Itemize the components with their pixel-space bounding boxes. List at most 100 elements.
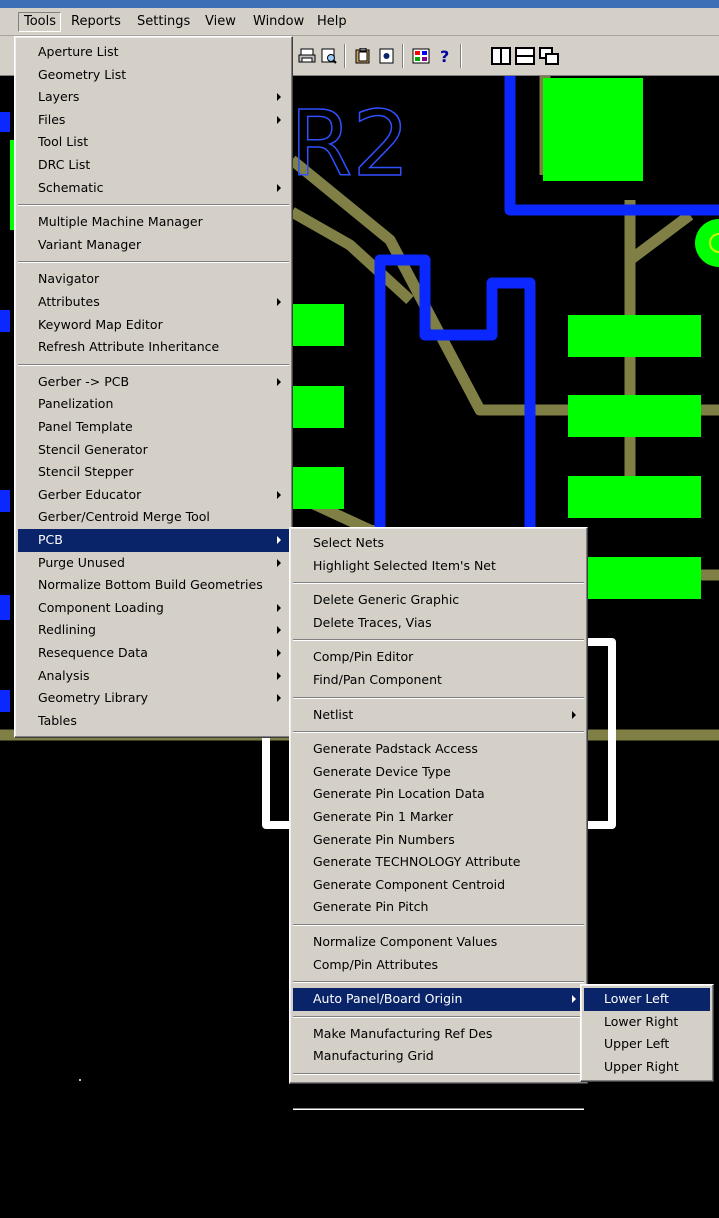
menu-item-label: Schematic (38, 179, 104, 195)
tools-item-resequence-data[interactable]: Resequence Data (18, 642, 289, 665)
tools-item-navigator[interactable]: Navigator (18, 268, 289, 291)
pcb-item-find-pan-component[interactable]: Find/Pan Component (293, 669, 584, 692)
tools-item-stencil-generator[interactable]: Stencil Generator (18, 439, 289, 462)
tools-item-tables[interactable]: Tables (18, 710, 289, 733)
tools-item-schematic[interactable]: Schematic (18, 177, 289, 200)
tools-item-component-loading[interactable]: Component Loading (18, 597, 289, 620)
tools-menu: Aperture List Geometry List Layers Files Too… (14, 36, 293, 738)
menu-item-label: Normalize Component Values (313, 934, 498, 949)
blue-outline (0, 490, 10, 512)
pcb-item-generate-pin-1-marker[interactable]: Generate Pin 1 Marker (293, 806, 584, 829)
pcb-item-delete-traces-vias[interactable]: Delete Traces, Vias (293, 612, 584, 635)
pcb-item-generate-device-type[interactable]: Generate Device Type (293, 761, 584, 784)
menu-item-label: Gerber/Centroid Merge Tool (38, 509, 210, 525)
menu-separator (293, 696, 584, 699)
print-icon[interactable] (296, 45, 318, 67)
origin-item-upper-right[interactable]: Upper Right (584, 1056, 710, 1079)
clipboard-icon[interactable] (352, 45, 374, 67)
submenu-arrow-icon (277, 536, 281, 544)
svg-text:?: ? (440, 47, 449, 65)
layout-split-icon[interactable] (514, 45, 536, 67)
tools-item-variant-manager[interactable]: Variant Manager (18, 234, 289, 257)
pcb-item-data-doctor[interactable]: Data Doctor (293, 1080, 584, 1103)
menu-separator (293, 1107, 584, 1110)
menubar-settings[interactable]: Settings (132, 12, 196, 32)
tools-item-files[interactable]: Files (18, 109, 289, 132)
menubar-window[interactable]: Window (248, 12, 308, 32)
menu-item-label: Generate Pin Location Data (313, 786, 485, 802)
pcb-item-normalize-component-values[interactable]: Normalize Component Values (293, 931, 584, 954)
tools-item-stencil-stepper[interactable]: Stencil Stepper (18, 461, 289, 484)
tools-item-pcb[interactable]: PCB (18, 529, 289, 552)
pcb-item-select-nets[interactable]: Select Nets (293, 532, 584, 555)
menubar-view[interactable]: View (200, 12, 244, 32)
menu-item-label: Geometry Library (38, 690, 149, 706)
menu-separator (293, 924, 584, 926)
layout-cascade-icon[interactable] (538, 45, 560, 67)
origin-item-upper-left[interactable]: Upper Left (584, 1033, 710, 1056)
pcb-item-generate-padstack-access[interactable]: Generate Padstack Access (293, 738, 584, 761)
pcb-item-auto-panel-board-origin[interactable]: Auto Panel/Board Origin (293, 988, 584, 1011)
menu-item-label: Lower Left (604, 991, 669, 1006)
tools-item-gerber-pcb[interactable]: Gerber -> PCB (18, 371, 289, 394)
grid-icon[interactable] (410, 45, 432, 67)
pcb-item-highlight-selected-item-s-net[interactable]: Highlight Selected Item's Net (293, 555, 584, 578)
pcb-item-manufacturing-grid[interactable]: Manufacturing Grid (293, 1045, 584, 1068)
document-icon[interactable] (376, 45, 398, 67)
tools-item-gerber-educator[interactable]: Gerber Educator (18, 484, 289, 507)
tools-item-geometry-list[interactable]: Geometry List (18, 64, 289, 87)
tools-item-gerber-centroid-merge-tool[interactable]: Gerber/Centroid Merge Tool (18, 506, 289, 529)
tools-item-keyword-map-editor[interactable]: Keyword Map Editor (18, 314, 289, 337)
pcb-item-convert-drawn-pads-to-filled-outlines[interactable]: Convert Drawn Pads to Filled Outlines (293, 1137, 584, 1160)
menu-item-label: Resequence Data (38, 645, 148, 660)
tools-item-panel-template[interactable]: Panel Template (18, 416, 289, 439)
pcb-item-generate-component-centroid[interactable]: Generate Component Centroid (293, 874, 584, 897)
tools-item-aperture-list[interactable]: Aperture List (18, 41, 289, 64)
pcb-item-netlist[interactable]: Netlist (293, 704, 584, 727)
tools-item-tool-list[interactable]: Tool List (18, 131, 289, 154)
pcb-item-convert-to-pcb-component[interactable]: Convert to PCB Component (293, 1115, 584, 1138)
tools-item-refresh-attribute-inheritance[interactable]: Refresh Attribute Inheritance (18, 336, 289, 359)
pcb-item-comp-pin-attributes[interactable]: Comp/Pin Attributes (293, 954, 584, 977)
origin-item-lower-left[interactable]: Lower Left (584, 988, 710, 1011)
tools-item-redlining[interactable]: Redlining (18, 619, 289, 642)
menu-item-label: Convert to PCB Component (313, 1117, 485, 1133)
pcb-item-make-manufacturing-ref-des[interactable]: Make Manufacturing Ref Des (293, 1023, 584, 1046)
print-preview-icon[interactable] (318, 45, 340, 67)
pad (568, 476, 701, 518)
pad (568, 315, 701, 357)
tools-item-panelization[interactable]: Panelization (18, 393, 289, 416)
menubar-help[interactable]: Help (312, 12, 348, 32)
menu-item-label: Find/Pan Component (313, 672, 442, 687)
layout-single-icon[interactable] (490, 45, 512, 67)
menu-item-label: Select Nets (313, 535, 384, 550)
tools-item-drc-list[interactable]: DRC List (18, 154, 289, 177)
help-icon[interactable]: ? (434, 45, 456, 67)
pcb-item-generate-technology-attribute[interactable]: Generate TECHNOLOGY Attribute (293, 851, 584, 874)
tools-item-analysis[interactable]: Analysis (18, 665, 289, 688)
menu-item-label: Panel Template (38, 419, 133, 434)
menubar-reports[interactable]: Reports (66, 12, 126, 32)
pcb-item-comp-pin-editor[interactable]: Comp/Pin Editor (293, 646, 584, 669)
tools-item-purge-unused[interactable]: Purge Unused (18, 552, 289, 575)
blue-outline (0, 595, 10, 620)
tools-item-normalize-bottom-build-geometries[interactable]: Normalize Bottom Build Geometries (18, 574, 289, 597)
menubar-tools[interactable]: Tools (18, 12, 61, 32)
tools-item-multiple-machine-manager[interactable]: Multiple Machine Manager (18, 211, 289, 234)
origin-item-lower-right[interactable]: Lower Right (584, 1011, 710, 1034)
menu-item-label: Stencil Stepper (38, 464, 134, 480)
menu-bar: Tools Reports Settings View Window Help (0, 8, 719, 36)
submenu-arrow-icon (277, 671, 281, 680)
tools-item-attributes[interactable]: Attributes (18, 291, 289, 314)
pcb-item-generate-pin-location-data[interactable]: Generate Pin Location Data (293, 783, 584, 806)
menu-item-label: Navigator (38, 271, 100, 287)
pcb-item-delete-generic-graphic[interactable]: Delete Generic Graphic (293, 589, 584, 612)
submenu-arrow-icon (277, 649, 281, 657)
pad (543, 78, 643, 181)
menu-item-label: Normalize Bottom Build Geometries (38, 577, 263, 593)
tools-item-layers[interactable]: Layers (18, 86, 289, 109)
tools-item-geometry-library[interactable]: Geometry Library (18, 687, 289, 710)
pcb-item-generate-pin-pitch[interactable]: Generate Pin Pitch (293, 896, 584, 919)
pcb-item-generate-pin-numbers[interactable]: Generate Pin Numbers (293, 829, 584, 852)
toolbar-separator (402, 44, 404, 68)
